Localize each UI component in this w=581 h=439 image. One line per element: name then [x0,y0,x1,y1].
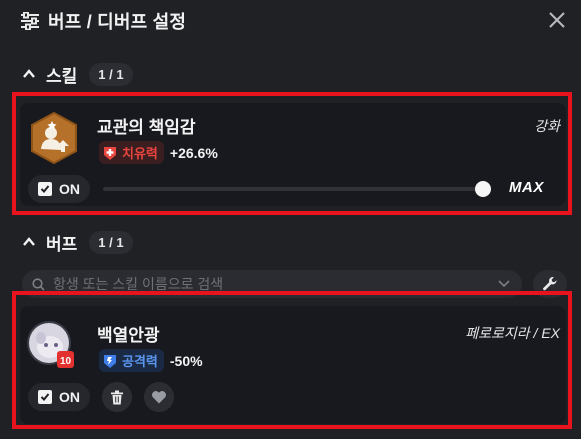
highlight-box-buff [12,291,572,429]
search-icon [32,277,45,291]
close-icon[interactable] [545,8,569,32]
dialog-header: 버프 / 디버프 설정 [0,0,581,42]
chevron-up-icon [23,69,35,78]
dialog-title: 버프 / 디버프 설정 [48,12,187,32]
wrench-icon [543,277,557,291]
highlight-box-skill [12,92,572,215]
skill-section-label: 스킬 [46,66,78,86]
buff-count-badge: 1 / 1 [89,230,133,254]
search-input[interactable] [53,276,473,292]
chevron-up-icon [23,237,35,246]
sliders-icon [21,12,39,30]
skill-section-header[interactable]: 스킬 1 / 1 [22,62,133,86]
chevron-down-icon[interactable] [498,280,510,288]
skill-count-badge: 1 / 1 [89,62,133,86]
buff-section-header[interactable]: 버프 1 / 1 [22,230,133,254]
buff-section-label: 버프 [46,234,78,254]
